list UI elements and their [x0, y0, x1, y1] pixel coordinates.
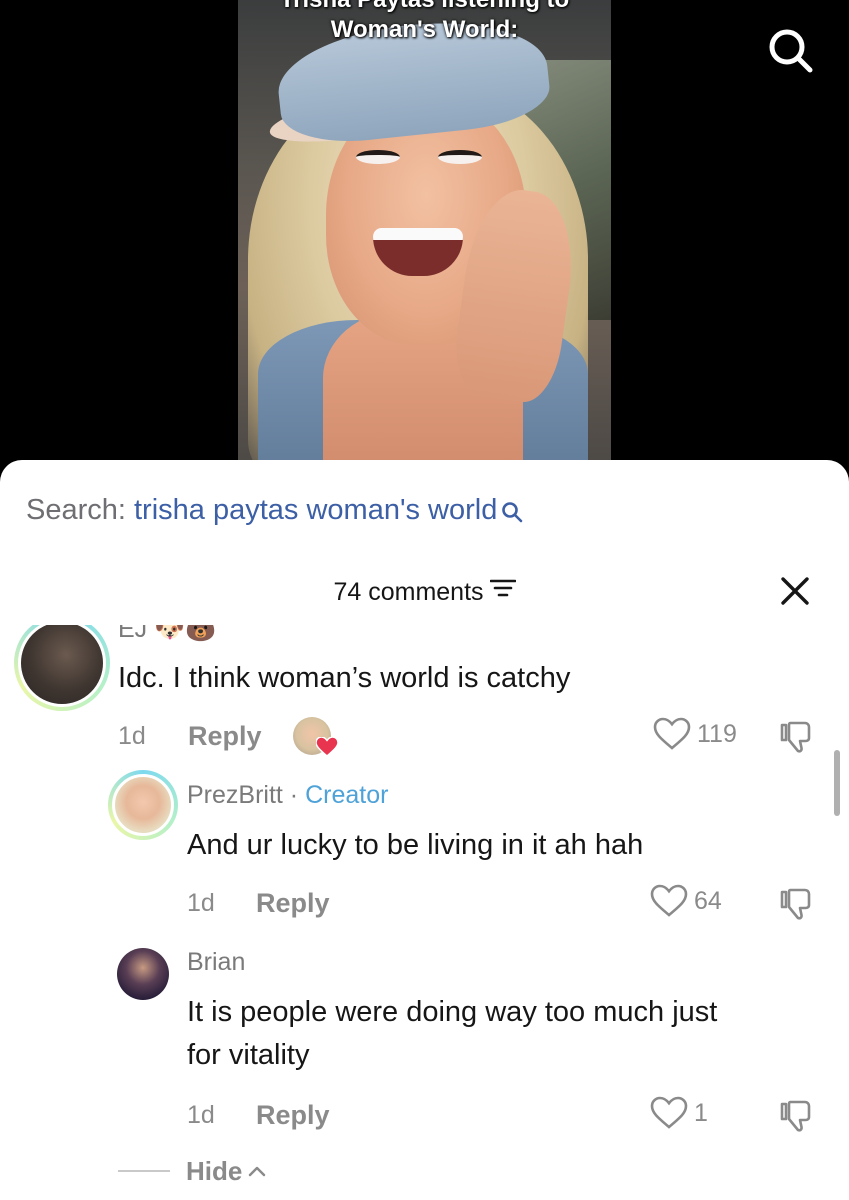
like-count: 64 — [694, 886, 722, 915]
video-caption-line2: Woman's World: — [330, 16, 519, 43]
comment-author-name: PrezBritt — [187, 781, 283, 809]
search-suggestion[interactable]: Search: trisha paytas woman's world — [26, 490, 523, 534]
comment-author[interactable]: Brian — [187, 946, 245, 978]
comments-count[interactable]: 74 comments — [0, 570, 849, 614]
comment-text: And ur lucky to be living in it ah hah — [187, 829, 644, 861]
video-caption-line1: Trisha Paytas listening to — [238, 0, 611, 14]
like-button[interactable]: 64 — [650, 884, 722, 918]
avatar[interactable] — [14, 625, 110, 711]
reply-button[interactable]: Reply — [256, 887, 330, 919]
search-query[interactable]: trisha paytas woman's world — [134, 494, 497, 526]
hide-replies-button[interactable]: Hide — [118, 1155, 266, 1187]
comment-author-name: EJ — [118, 625, 148, 643]
divider — [118, 1170, 170, 1172]
dislike-icon[interactable] — [778, 886, 814, 922]
heart-icon — [650, 884, 688, 917]
comment-text: Idc. I think woman’s world is catchy — [118, 662, 571, 694]
search-prefix: Search: — [26, 494, 134, 526]
close-icon[interactable] — [778, 574, 812, 608]
comments-list: EJ 🐶🐻 Idc. I think woman’s world is catc… — [0, 625, 849, 1200]
avatar[interactable] — [108, 770, 178, 840]
comment-age: 1d — [187, 889, 215, 917]
heart-icon — [315, 736, 339, 757]
badge-separator: · — [282, 781, 306, 809]
like-count: 119 — [697, 719, 737, 748]
comments-header: 74 comments — [0, 570, 849, 614]
heart-icon — [653, 717, 691, 750]
heart-icon — [650, 1096, 688, 1129]
reply-button[interactable]: Reply — [188, 720, 262, 752]
comment-author[interactable]: EJ 🐶🐻 — [118, 625, 216, 645]
like-count: 1 — [694, 1098, 708, 1127]
comment-text-line2: for vitality — [187, 1039, 310, 1071]
like-button[interactable]: 1 — [650, 1096, 708, 1130]
chevron-up-icon — [248, 1165, 266, 1177]
comments-sheet: Search: trisha paytas woman's world 74 c… — [0, 460, 849, 1200]
comment-author-emoji: 🐶🐻 — [154, 625, 217, 643]
search-icon — [501, 494, 523, 534]
like-button[interactable]: 119 — [653, 717, 737, 751]
video-player[interactable]: Trisha Paytas listening to Woman's World… — [0, 0, 849, 480]
comment-age: 1d — [187, 1101, 215, 1129]
hide-replies-label: Hide — [186, 1155, 243, 1186]
comments-count-label: 74 comments — [333, 578, 484, 606]
dislike-icon[interactable] — [778, 719, 814, 755]
comment-author[interactable]: PrezBritt · Creator — [187, 779, 388, 811]
dislike-icon[interactable] — [778, 1098, 814, 1134]
filter-icon[interactable] — [489, 569, 516, 613]
reply-button[interactable]: Reply — [256, 1099, 330, 1131]
creator-badge: Creator — [305, 781, 389, 809]
video-frame — [238, 0, 611, 480]
comment-text-line1: It is people were doing way too much jus… — [187, 996, 718, 1028]
avatar[interactable] — [117, 948, 169, 1000]
search-icon[interactable] — [766, 26, 814, 74]
scrollbar[interactable] — [834, 750, 840, 816]
comment-age: 1d — [118, 722, 146, 750]
